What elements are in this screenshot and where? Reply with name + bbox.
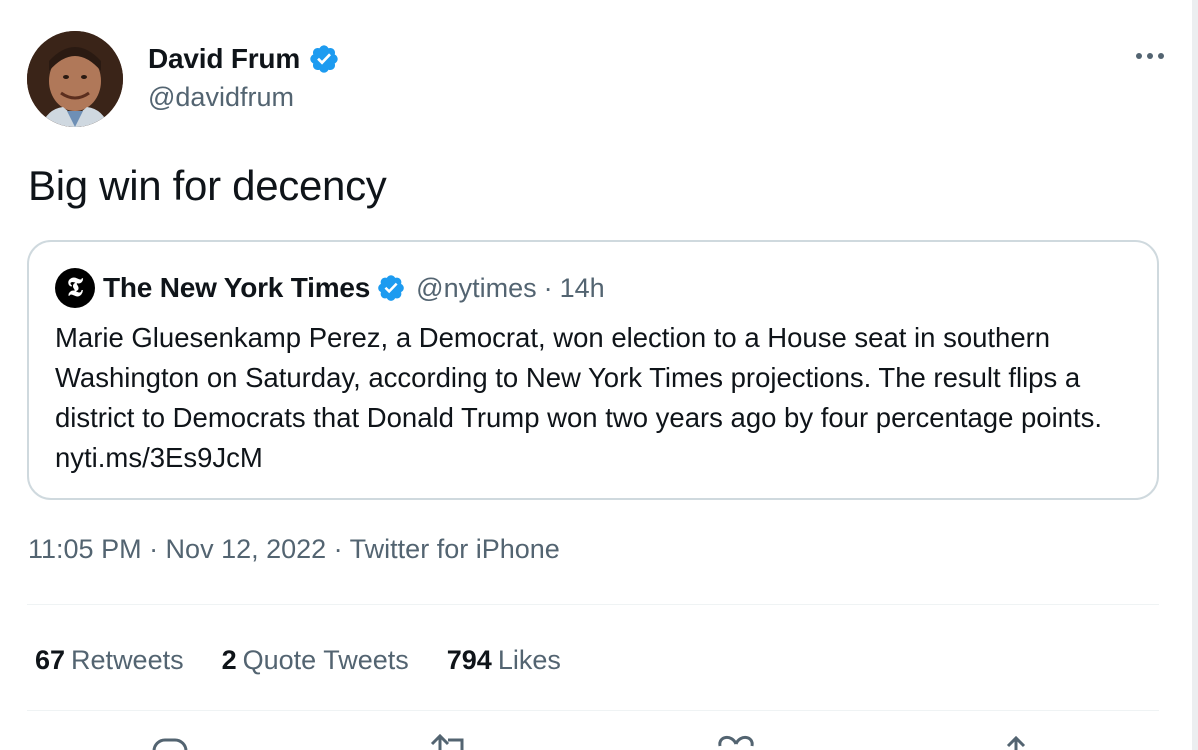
- quoted-tweet-card[interactable]: 𝕿 The New York Times @nytimes · 14h Mari…: [27, 240, 1159, 500]
- scrollbar-track[interactable]: [1192, 0, 1198, 750]
- verified-badge-icon: [308, 43, 340, 75]
- author-name-row[interactable]: David Frum: [148, 42, 340, 76]
- more-dot: [1147, 53, 1153, 59]
- tweet-actions-bar: [0, 730, 1198, 750]
- likes-count: 794: [446, 644, 492, 675]
- tweet-detail-page: David Frum @davidfrum Big win for decenc…: [0, 0, 1198, 750]
- quote-tweets-stat[interactable]: 2 Quote Tweets: [222, 645, 409, 676]
- quoted-tweet-body: Marie Gluesenkamp Perez, a Democrat, won…: [55, 322, 1103, 473]
- meta-separator: ·: [543, 272, 553, 303]
- author-handle[interactable]: @davidfrum: [148, 82, 294, 113]
- tweet-text: Big win for decency: [28, 162, 387, 209]
- divider: [27, 604, 1159, 605]
- share-icon[interactable]: [994, 730, 1038, 750]
- likes-stat[interactable]: 794 Likes: [447, 645, 561, 676]
- retweets-label: Retweets: [71, 644, 184, 675]
- retweets-count: 67: [35, 644, 66, 675]
- divider: [27, 710, 1159, 711]
- more-dot: [1158, 53, 1164, 59]
- quoted-display-name: The New York Times: [103, 272, 371, 303]
- engagement-stats: 67 Retweets 2 Quote Tweets 794 Likes: [35, 643, 599, 677]
- more-dot: [1136, 53, 1142, 59]
- avatar-photo: [27, 31, 123, 127]
- tweet-timestamp[interactable]: 11:05 PM · Nov 12, 2022 · Twitter for iP…: [28, 534, 560, 565]
- quoted-handle: @nytimes: [416, 272, 537, 303]
- more-options-icon[interactable]: [1132, 44, 1168, 68]
- author-display-name[interactable]: David Frum: [148, 43, 300, 75]
- quoted-tweet-header: 𝕿 The New York Times @nytimes · 14h: [55, 268, 605, 308]
- quote-tweets-label: Quote Tweets: [242, 644, 409, 675]
- retweets-stat[interactable]: 67 Retweets: [35, 645, 184, 676]
- nyt-logo-icon: 𝕿: [55, 268, 95, 308]
- quoted-time-ago: 14h: [559, 272, 605, 303]
- likes-label: Likes: [497, 644, 561, 675]
- like-icon[interactable]: [714, 730, 758, 750]
- retweet-icon[interactable]: [426, 730, 470, 750]
- verified-badge-icon: [376, 273, 406, 303]
- reply-icon[interactable]: [148, 730, 192, 750]
- quote-tweets-count: 2: [221, 644, 237, 675]
- avatar[interactable]: [27, 31, 123, 127]
